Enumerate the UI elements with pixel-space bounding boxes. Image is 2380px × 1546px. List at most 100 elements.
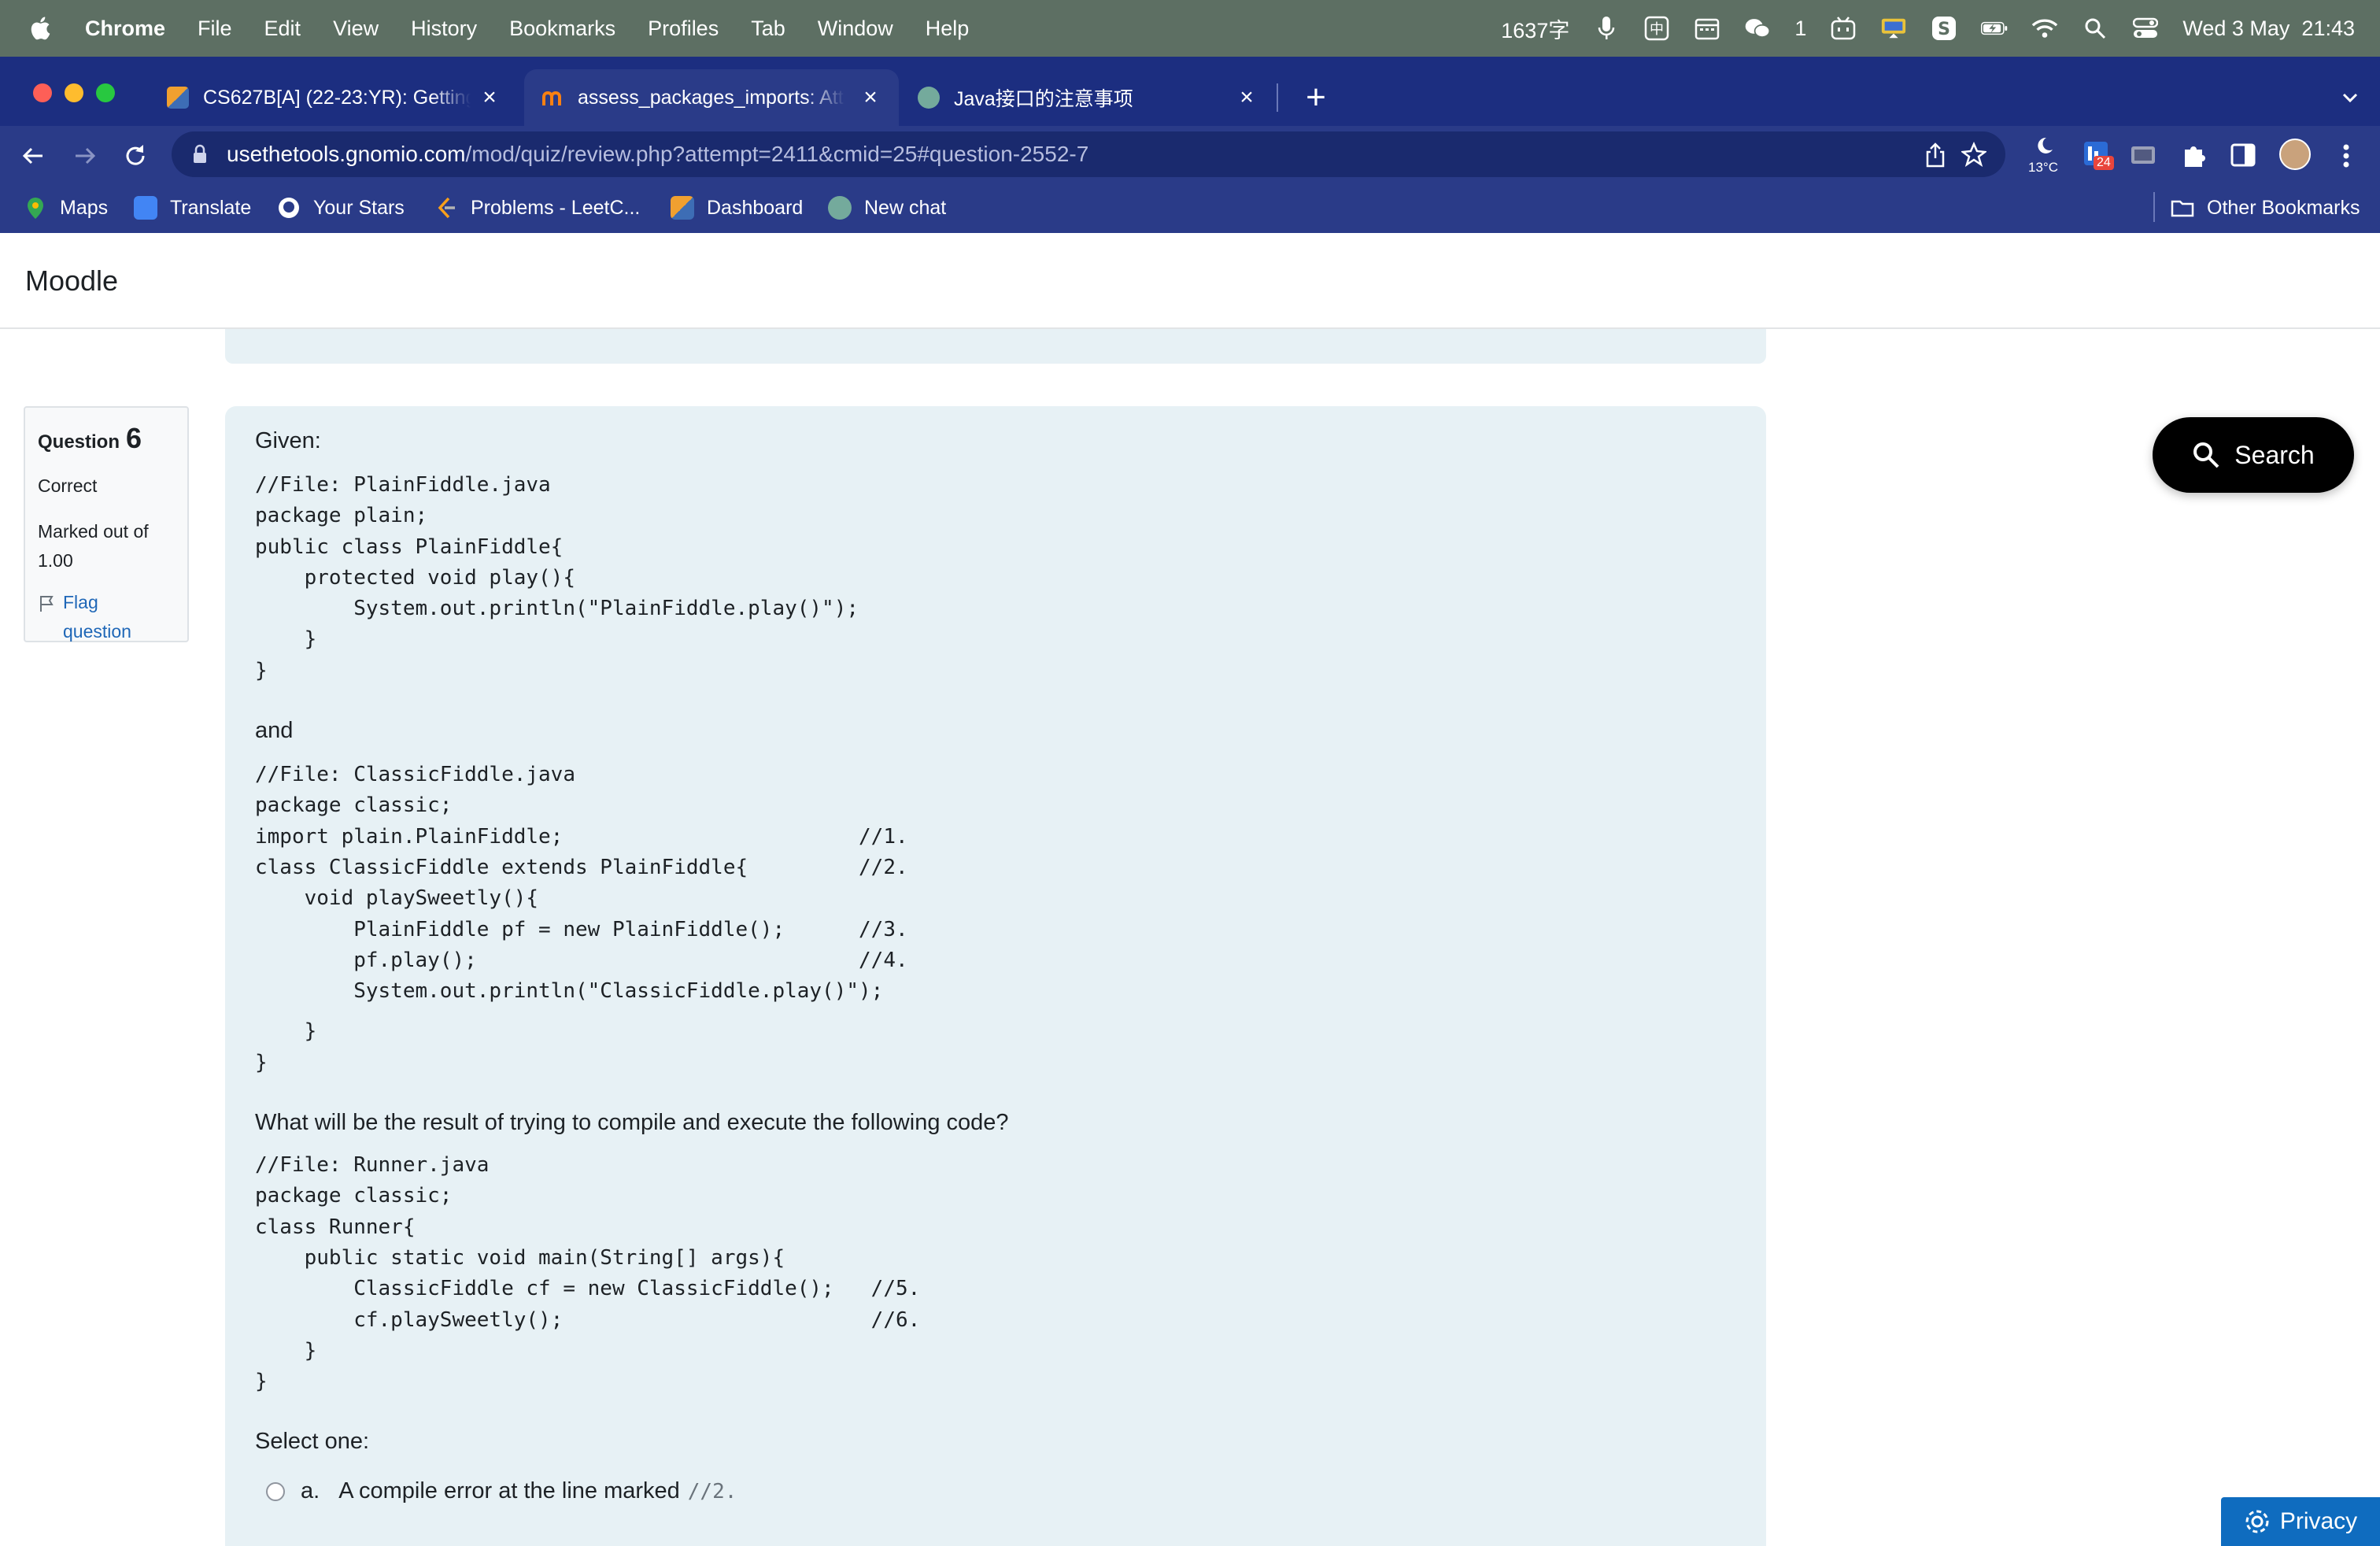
bookmark-translate[interactable]: Translate (134, 194, 251, 222)
apple-logo-icon[interactable] (28, 14, 55, 43)
option-letter: a. (301, 1478, 320, 1504)
question-info: Question 6 Correct Marked out of 1.00 Fl… (24, 406, 189, 642)
zoom-window-button[interactable] (96, 83, 115, 102)
privacy-button[interactable]: Privacy (2221, 1497, 2380, 1546)
notification-badge: 24 (2094, 156, 2114, 170)
weather-extension[interactable]: 13°C (2021, 135, 2065, 178)
other-bookmarks[interactable]: Other Bookmarks (2171, 194, 2360, 222)
maps-pin-icon (28, 198, 43, 219)
side-panel-icon[interactable] (2230, 143, 2256, 171)
option-code: //2. (687, 1479, 737, 1503)
bookmarks-divider (2153, 192, 2155, 222)
folder-icon (2171, 200, 2194, 217)
url-path: /mod/quiz/review.php?attempt=2411&cmid=2… (465, 142, 1089, 166)
clock[interactable]: Wed 3 May 21:43 (2182, 17, 2355, 41)
bookmark-new-chat[interactable]: New chat (828, 194, 946, 222)
menu-edit[interactable]: Edit (264, 17, 301, 41)
github-icon (279, 198, 299, 218)
tab-chatgpt[interactable]: Java接口的注意事项 × (900, 69, 1275, 126)
extensions-puzzle-icon[interactable] (2180, 142, 2207, 172)
share-icon[interactable] (1924, 142, 1947, 173)
bilibili-icon[interactable] (1830, 15, 1857, 42)
new-tab-button[interactable]: + (1297, 79, 1335, 117)
code-plainfiddle: //File: PlainFiddle.java package plain; … (255, 473, 859, 682)
screen-mirror-icon[interactable] (1880, 15, 1907, 42)
minimize-window-button[interactable] (65, 83, 83, 102)
calendar-icon[interactable] (1694, 15, 1720, 42)
bookmarks-bar: Maps Translate Your Stars Problems - Lee… (0, 183, 2380, 233)
radio-button[interactable] (266, 1481, 285, 1501)
macos-menu-bar: Chrome File Edit View History Bookmarks … (0, 0, 2380, 57)
svg-text:中: 中 (1650, 21, 1664, 38)
forward-button[interactable] (69, 140, 101, 172)
microphone-icon[interactable] (1593, 15, 1620, 42)
moodle-m-icon (541, 87, 564, 109)
weather-temp: 13°C (2028, 160, 2058, 175)
control-center-icon[interactable] (2132, 15, 2159, 42)
back-button[interactable] (17, 140, 49, 172)
chrome-menu-icon[interactable] (2334, 140, 2358, 176)
flag-question-link[interactable]: Flag question (38, 588, 175, 646)
tab-course[interactable]: CS627B[A] (22-23:YR): Getting × (150, 69, 518, 126)
menu-history[interactable]: History (411, 17, 477, 41)
bookmark-dashboard[interactable]: Dashboard (671, 194, 803, 222)
menu-status-area: 1637字 中 1 S Wed 3 May 21:43 (1501, 0, 2355, 57)
battery-icon[interactable] (1981, 15, 2008, 42)
wifi-icon[interactable] (2031, 15, 2058, 42)
question-grade: Marked out of 1.00 (38, 521, 149, 571)
profile-avatar[interactable] (2279, 139, 2311, 170)
given-label: Given: (255, 428, 321, 453)
url-host: usethetools.gnomio.com (227, 142, 466, 166)
chatgpt-icon (918, 87, 940, 109)
menu-help[interactable]: Help (926, 17, 970, 41)
wechat-icon[interactable] (1744, 15, 1771, 42)
menu-file[interactable]: File (198, 17, 232, 41)
close-tab-icon[interactable]: × (856, 83, 885, 112)
tab-quiz-review[interactable]: assess_packages_imports: Att × (524, 69, 899, 126)
extension-badge-app[interactable]: 24 (2082, 140, 2114, 176)
menu-window[interactable]: Window (818, 17, 893, 41)
close-window-button[interactable] (33, 83, 52, 102)
search-button[interactable]: Search (2153, 417, 2354, 493)
moodle-icon (167, 87, 189, 109)
input-method-icon[interactable]: 中 (1643, 15, 1670, 42)
wechat-count: 1 (1794, 16, 1807, 40)
svg-text:S: S (1938, 20, 1950, 39)
previous-question-card (225, 329, 1766, 364)
gear-icon (2245, 1510, 2269, 1533)
question-prompt: What will be the result of trying to com… (255, 1110, 1009, 1136)
menu-app-name[interactable]: Chrome (85, 17, 165, 41)
code-runner: //File: Runner.java package classic; cla… (255, 1153, 921, 1394)
menu-bookmarks[interactable]: Bookmarks (509, 17, 615, 41)
tab-search-chevron-icon[interactable] (2334, 82, 2366, 113)
flag-icon (40, 596, 54, 612)
word-count-status[interactable]: 1637字 (1501, 13, 1569, 44)
address-bar[interactable]: usethetools.gnomio.com/mod/quiz/review.p… (172, 131, 2005, 177)
tab-title: Java接口的注意事项 (954, 88, 1133, 110)
chatgpt-icon (828, 196, 852, 220)
select-one-label: Select one: (255, 1429, 370, 1455)
bookmark-star-icon[interactable] (1960, 141, 1988, 172)
question-number: Question 6 (38, 422, 142, 454)
moodle-icon (671, 196, 694, 220)
code-classicfiddle: //File: ClassicFiddle.java package class… (255, 763, 908, 1004)
tab-divider (1277, 83, 1278, 112)
close-tab-icon[interactable]: × (475, 83, 504, 112)
bookmark-maps[interactable]: Maps (24, 194, 108, 222)
sync-app-icon[interactable]: S (1931, 15, 1957, 42)
screen-capture-extension-icon[interactable] (2130, 143, 2156, 171)
menu-tab[interactable]: Tab (751, 17, 785, 41)
spotlight-search-icon[interactable] (2082, 15, 2108, 42)
reload-button[interactable] (120, 140, 151, 172)
answer-option-a[interactable]: a. A compile error at the line marked //… (266, 1478, 1736, 1504)
menu-profiles[interactable]: Profiles (648, 17, 719, 41)
tab-title: assess_packages_imports: Att (578, 86, 844, 109)
menu-view[interactable]: View (333, 17, 379, 41)
close-tab-icon[interactable]: × (1232, 83, 1261, 112)
bookmark-leetcode[interactable]: Problems - LeetC... (434, 194, 640, 222)
code-classicfiddle-end: } } (255, 1019, 317, 1074)
site-brand[interactable]: Moodle (25, 264, 118, 298)
question-content: Given: //File: PlainFiddle.java package … (225, 406, 1766, 1546)
lock-icon[interactable] (192, 144, 209, 165)
bookmark-your-stars[interactable]: Your Stars (277, 194, 405, 222)
